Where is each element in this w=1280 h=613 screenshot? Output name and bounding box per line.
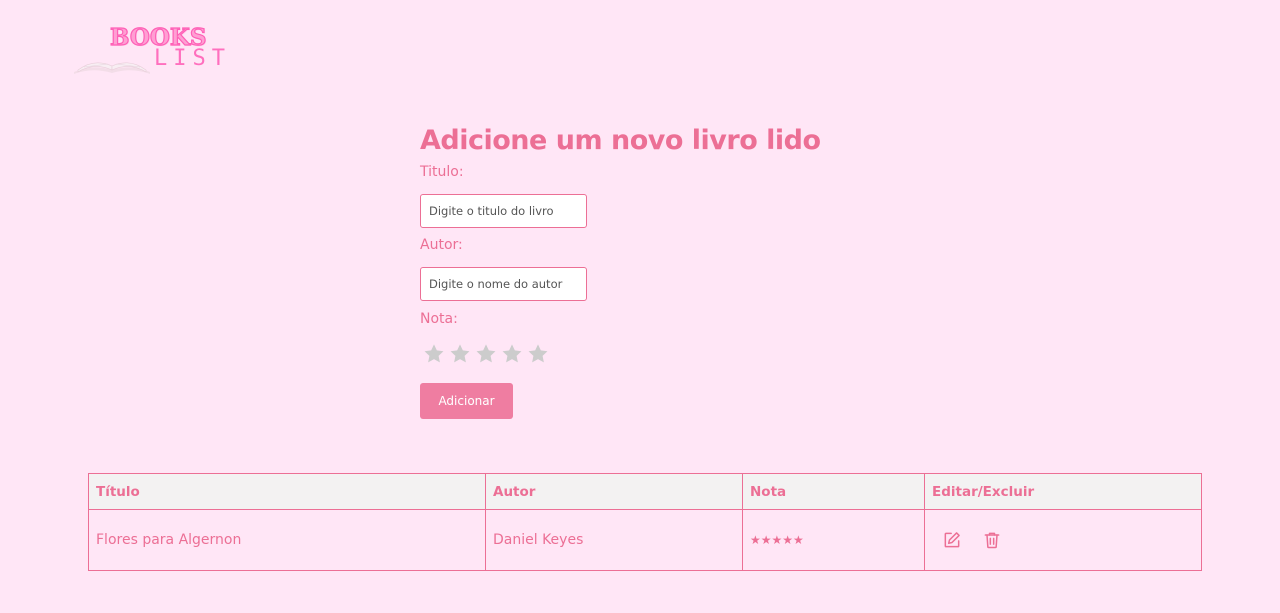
star-icon[interactable] bbox=[449, 343, 471, 365]
header-rating: Nota bbox=[742, 473, 925, 510]
header-title: Título bbox=[88, 473, 486, 510]
header-actions: Editar/Excluir bbox=[924, 473, 1202, 510]
title-label: Titulo: bbox=[420, 164, 464, 180]
star-icon[interactable] bbox=[423, 343, 445, 365]
author-label: Autor: bbox=[420, 237, 463, 253]
app-logo: BOOKS LIST bbox=[72, 23, 242, 76]
add-book-form: Adicione um novo livro lido Titulo: Auto… bbox=[420, 124, 860, 419]
open-book-icon bbox=[74, 62, 150, 74]
rating-stars[interactable] bbox=[423, 343, 549, 365]
form-heading: Adicione um novo livro lido bbox=[420, 125, 821, 156]
trash-icon[interactable] bbox=[982, 530, 1002, 550]
star-icon[interactable] bbox=[527, 343, 549, 365]
star-icon[interactable] bbox=[501, 343, 523, 365]
cell-author: Daniel Keyes bbox=[485, 509, 743, 571]
logo-word-list: LIST bbox=[154, 46, 231, 71]
cell-actions bbox=[924, 509, 1202, 571]
add-button[interactable]: Adicionar bbox=[420, 383, 513, 419]
table-header-row: Título Autor Nota Editar/Excluir bbox=[88, 473, 1202, 510]
cell-title: Flores para Algernon bbox=[88, 509, 486, 571]
edit-icon[interactable] bbox=[942, 530, 962, 550]
table-row: Flores para Algernon Daniel Keyes ★★★★★ bbox=[88, 509, 1202, 571]
star-icon[interactable] bbox=[475, 343, 497, 365]
title-input[interactable] bbox=[420, 194, 587, 228]
books-table: Título Autor Nota Editar/Excluir Flores … bbox=[88, 473, 1202, 571]
cell-rating: ★★★★★ bbox=[742, 509, 925, 571]
header-author: Autor bbox=[485, 473, 743, 510]
author-input[interactable] bbox=[420, 267, 587, 301]
rating-label: Nota: bbox=[420, 311, 458, 327]
